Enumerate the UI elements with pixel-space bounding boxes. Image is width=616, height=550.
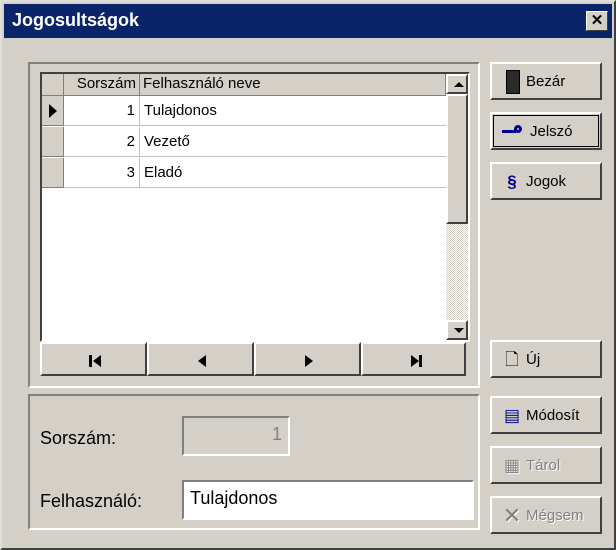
felhasznalo-label: Felhasználó:	[40, 491, 143, 511]
new-record-icon: 🗋	[505, 350, 519, 369]
rights-button-label: Jogok	[526, 173, 567, 190]
prior-record-button[interactable]	[147, 342, 254, 376]
new-button-label: Új	[526, 351, 541, 368]
vertical-scrollbar[interactable]	[446, 74, 468, 340]
section-sign-icon: §	[507, 172, 517, 191]
row-indicator	[42, 158, 64, 188]
next-record-button[interactable]	[254, 342, 361, 376]
edit-button[interactable]: ▤ Módosít	[490, 396, 602, 434]
table-row[interactable]: 3 Eladó	[42, 158, 446, 189]
last-record-icon	[419, 355, 422, 367]
cancel-button-label: Mégsem	[526, 507, 584, 524]
title-bar[interactable]: Jogosultságok ✕	[4, 4, 612, 38]
sorszam-label: Sorszám:	[40, 428, 117, 448]
last-record-button[interactable]	[361, 342, 466, 376]
chevron-down-icon	[454, 328, 464, 333]
close-button-label: Bezár	[526, 73, 566, 90]
close-icon[interactable]: ✕	[586, 11, 608, 31]
new-button[interactable]: 🗋 Új	[490, 340, 602, 378]
column-header-felhasznalo-neve[interactable]: Felhasználó neve	[140, 74, 446, 96]
password-button[interactable]: Jelszó	[490, 112, 602, 150]
row-indicator	[42, 127, 64, 157]
permissions-window: Jogosultságok ✕ Sorszám Felhasználó neve…	[0, 0, 616, 550]
prior-record-icon	[198, 355, 206, 367]
scroll-up-button[interactable]	[446, 74, 468, 94]
row-indicator	[42, 96, 64, 126]
first-record-button[interactable]	[40, 342, 147, 376]
close-button[interactable]: Bezár	[490, 62, 602, 100]
window-title: Jogosultságok	[12, 10, 140, 30]
last-record-icon-arrow	[411, 355, 419, 367]
cancel-button[interactable]: ✕ Mégsem	[490, 496, 602, 534]
cell-sorszam[interactable]: 1	[64, 96, 140, 126]
rights-button[interactable]: § Jogok	[490, 162, 602, 200]
first-record-icon	[89, 355, 92, 367]
grid-panel: Sorszám Felhasználó neve 1 Tulajdonos 2 …	[28, 62, 480, 388]
key-icon-ring	[514, 125, 522, 133]
first-record-icon-arrow	[93, 355, 101, 367]
next-record-icon	[305, 355, 313, 367]
edit-form-panel: Sorszám: 1 Felhasználó: Tulajdonos	[28, 394, 480, 530]
felhasznalo-field[interactable]: Tulajdonos	[182, 480, 474, 520]
cell-felhasznalo-neve[interactable]: Eladó	[140, 158, 446, 188]
table-row[interactable]: 1 Tulajdonos	[42, 96, 446, 127]
scroll-down-button[interactable]	[446, 320, 468, 340]
scroll-thumb[interactable]	[446, 94, 468, 224]
record-navigator	[40, 342, 470, 376]
cell-sorszam[interactable]: 3	[64, 158, 140, 188]
cell-felhasznalo-neve[interactable]: Vezető	[140, 127, 446, 157]
save-button-label: Tárol	[526, 457, 561, 474]
save-button[interactable]: ▦ Tárol	[490, 446, 602, 484]
users-grid[interactable]: Sorszám Felhasználó neve 1 Tulajdonos 2 …	[40, 72, 470, 342]
sorszam-field[interactable]: 1	[182, 416, 290, 456]
chevron-up-icon	[454, 82, 464, 87]
table-row[interactable]: 2 Vezető	[42, 127, 446, 158]
cell-sorszam[interactable]: 2	[64, 127, 140, 157]
column-header-sorszam[interactable]: Sorszám	[64, 74, 140, 96]
cancel-x-icon: ✕	[502, 503, 522, 528]
save-icon: ▦	[503, 456, 521, 475]
password-button-label: Jelszó	[530, 123, 573, 140]
current-row-arrow-icon	[49, 104, 57, 118]
edit-icon: ▤	[503, 406, 521, 425]
door-icon	[506, 70, 520, 94]
edit-button-label: Módosít	[526, 407, 580, 424]
grid-header-indicator	[42, 74, 64, 96]
cell-felhasznalo-neve[interactable]: Tulajdonos	[140, 96, 446, 126]
